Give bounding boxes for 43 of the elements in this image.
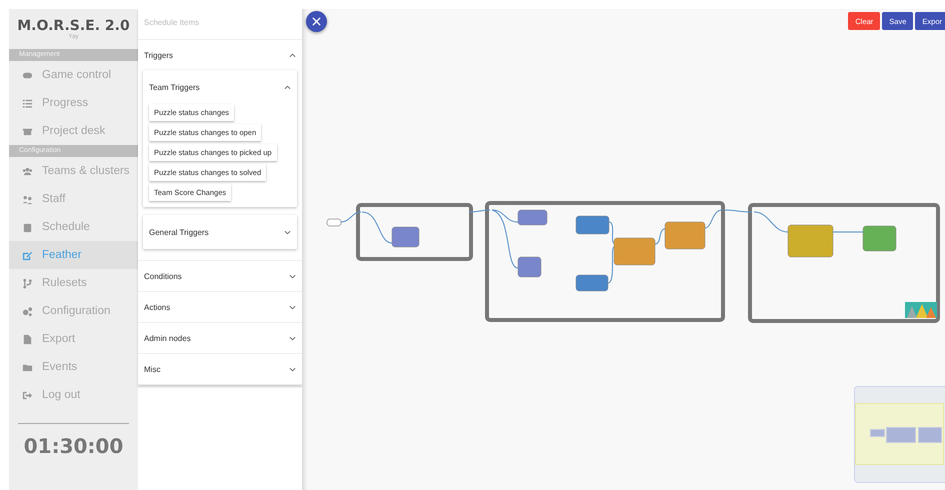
chevron-icon [289,304,296,310]
node-card[interactable] [614,238,656,266]
accordion-header[interactable]: Misc [138,354,302,384]
list-icon [22,98,33,108]
close-button[interactable] [306,11,327,32]
chevron-icon [289,336,296,340]
chevron-icon [289,274,296,278]
group-frame[interactable] [485,201,725,322]
close-icon [312,17,321,26]
group-frame[interactable] [356,203,473,261]
chevron-icon [289,366,296,372]
edit-icon [22,250,33,260]
node-card[interactable] [576,274,608,292]
accordion-header[interactable]: General Triggers [143,215,297,249]
accordion-header[interactable]: Conditions [138,261,302,291]
accordion-header[interactable]: Team Triggers [143,70,297,104]
node-card[interactable] [788,224,834,258]
app-title: M.O.R.S.E. 2.0 [17,18,130,34]
node-card[interactable] [862,226,896,252]
connector-line [608,222,614,244]
people-icon [22,194,33,204]
countdown-timer: 01:30:00 [18,423,129,458]
accordion-header[interactable]: Actions [138,292,302,322]
branch-icon [22,278,33,288]
chevron-icon [284,230,291,234]
chevron-icon [284,84,291,90]
node-card[interactable] [392,226,420,248]
people-icon [22,166,33,176]
accordion-header[interactable]: Triggers [138,40,302,70]
node-card[interactable] [664,222,706,250]
logout-icon [22,390,33,400]
file-icon [22,334,33,344]
node-card[interactable] [576,216,610,234]
calendar-icon [22,222,33,232]
chevron-icon [289,52,296,58]
start-node[interactable] [326,218,342,226]
minimap[interactable] [854,386,945,483]
connector-line [608,246,614,284]
group-frame[interactable] [748,203,940,323]
node-card[interactable] [518,256,542,278]
accordion-header[interactable]: Admin nodes [138,323,302,353]
connector-line [654,228,666,244]
node-card[interactable] [518,210,548,226]
